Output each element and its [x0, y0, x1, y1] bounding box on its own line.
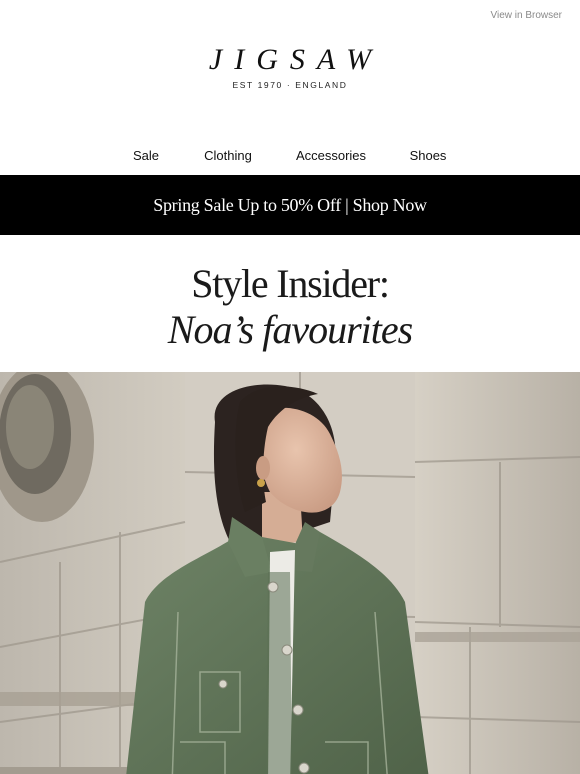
headline-subtitle: Noa’s favourites [167, 307, 413, 352]
brand-tagline: EST 1970 · ENGLAND [232, 80, 348, 90]
nav-item-shoes[interactable]: Shoes [410, 148, 447, 163]
promo-banner[interactable]: Spring Sale Up to 50% Off | Shop Now [0, 175, 580, 235]
logo-link[interactable]: JIGSAW EST 1970 · ENGLAND [0, 43, 580, 91]
preheader: View in Browser [0, 0, 580, 32]
headline-title: Style Insider: [191, 261, 390, 306]
main-nav: Sale Clothing Accessories Shoes [0, 142, 580, 175]
promo-text: Spring Sale Up to 50% Off | Shop Now [153, 194, 427, 215]
nav-item-sale[interactable]: Sale [133, 148, 159, 163]
headline-block: Style Insider: Noa’s favourites [0, 235, 580, 372]
brand-header: JIGSAW EST 1970 · ENGLAND [0, 44, 580, 142]
nav-item-accessories[interactable]: Accessories [296, 148, 366, 163]
hero-photo [0, 372, 580, 774]
view-in-browser-link[interactable]: View in Browser [490, 10, 562, 21]
hero-image-link[interactable] [0, 372, 580, 774]
nav-item-clothing[interactable]: Clothing [204, 148, 252, 163]
brand-logo: JIGSAW [208, 43, 384, 76]
